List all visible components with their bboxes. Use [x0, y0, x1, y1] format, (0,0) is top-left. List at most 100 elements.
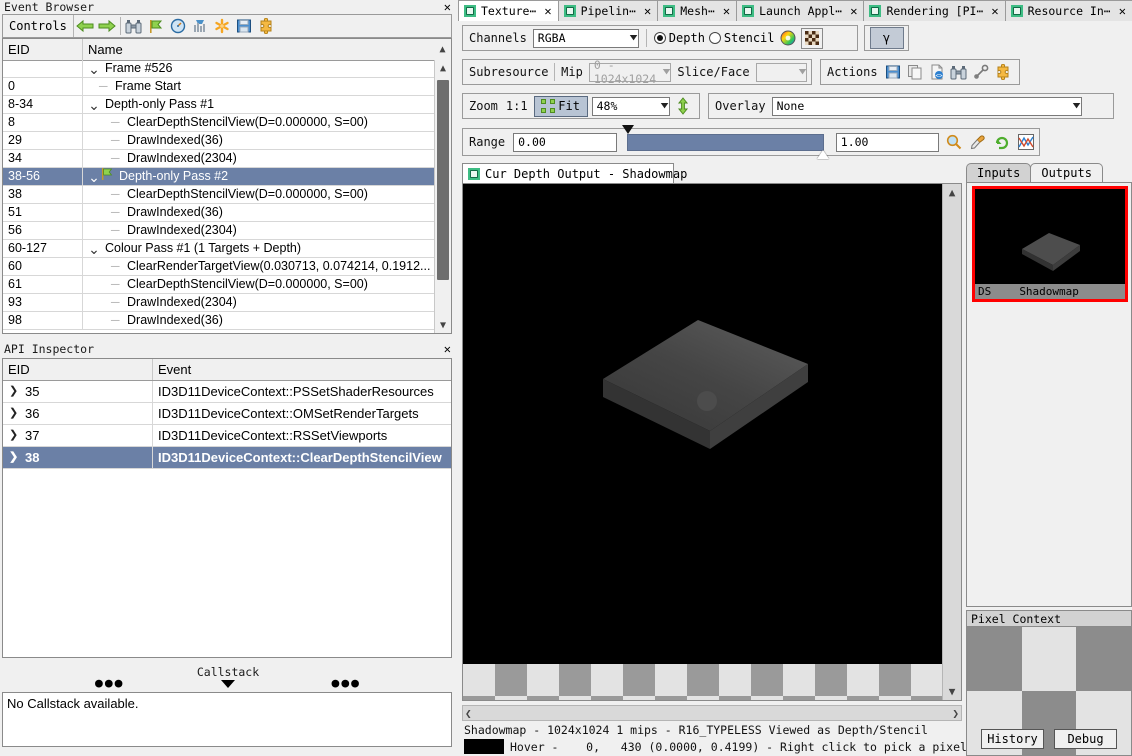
- event-browser-row[interactable]: 61 ─ ClearDepthStencilView(D=0.000000, S=0…: [3, 275, 436, 294]
- scroll-down-icon[interactable]: ▼: [435, 317, 451, 333]
- magnifier-icon[interactable]: [945, 133, 963, 151]
- pixel-context-cell[interactable]: [1076, 627, 1131, 691]
- event-browser-row[interactable]: 93 ─ DrawIndexed(2304): [3, 293, 436, 312]
- event-browser-row[interactable]: 98 ─ DrawIndexed(36): [3, 311, 436, 330]
- stencil-radio[interactable]: Stencil: [708, 31, 775, 45]
- event-browser-row[interactable]: 8-34 ⌄ Depth-only Pass #1: [3, 95, 436, 114]
- api-inspector-row[interactable]: ❯ 38 ID3D11DeviceContext::ClearDepthStenci…: [3, 446, 451, 469]
- event-browser-row[interactable]: 0 ─ Frame Start: [3, 77, 436, 96]
- chevron-right-icon[interactable]: ❯: [9, 381, 19, 402]
- event-browser-scrollbar[interactable]: ▲ ▼: [434, 60, 451, 333]
- event-browser-rows[interactable]: ⌄ Frame #526 0 ─ Frame Start 8-34 ⌄ Depth-only …: [3, 59, 436, 333]
- zoom-1to1-button[interactable]: 1:1: [504, 99, 530, 113]
- range-handle-max[interactable]: [816, 149, 829, 159]
- close-icon[interactable]: ✕: [991, 4, 998, 18]
- io-tab-inputs[interactable]: Inputs: [966, 163, 1032, 183]
- history-button[interactable]: History: [981, 729, 1044, 749]
- grip-dots-right[interactable]: ●●●: [332, 677, 361, 690]
- save-icon[interactable]: [884, 63, 902, 81]
- overlay-select[interactable]: None ▼: [771, 96, 1082, 116]
- range-max-input[interactable]: 1.00: [835, 132, 940, 152]
- range-slider[interactable]: [621, 124, 829, 159]
- column-header-name[interactable]: Name: [83, 39, 434, 60]
- api-inspector-row[interactable]: ❯ 36 ID3D11DeviceContext::OMSetRenderTarge…: [3, 402, 451, 425]
- collapse-arrow-icon[interactable]: [221, 680, 235, 688]
- reset-icon[interactable]: [993, 133, 1011, 151]
- event-browser-row[interactable]: 29 ─ DrawIndexed(36): [3, 131, 436, 150]
- io-tab-outputs[interactable]: Outputs: [1030, 163, 1103, 183]
- event-browser-row[interactable]: 56 ─ DrawIndexed(2304): [3, 221, 436, 240]
- column-header-event[interactable]: Event: [153, 359, 451, 380]
- gamma-button[interactable]: γ: [869, 27, 904, 49]
- event-browser-row[interactable]: 60-127 ⌄ Colour Pass #1 (1 Targets + Depth…: [3, 239, 436, 258]
- tab-2[interactable]: Mesh⋯ ✕: [657, 0, 738, 21]
- event-browser-row[interactable]: 51 ─ DrawIndexed(36): [3, 203, 436, 222]
- pixel-context-cell[interactable]: [967, 627, 1022, 691]
- open-file-icon[interactable]: <>: [928, 63, 946, 81]
- chevron-down-icon[interactable]: ⌄: [87, 98, 101, 112]
- flip-vertical-icon[interactable]: [674, 97, 692, 115]
- scroll-left-icon[interactable]: ❮: [465, 707, 472, 720]
- close-icon[interactable]: ✕: [644, 4, 651, 18]
- event-browser-row[interactable]: 8 ─ ClearDepthStencilView(D=0.000000, S=00…: [3, 113, 436, 132]
- pixel-context-body[interactable]: History Debug: [966, 626, 1132, 756]
- histogram-icon[interactable]: [1017, 133, 1035, 151]
- range-min-input[interactable]: 0.00: [513, 132, 617, 152]
- tab-1[interactable]: Pipelin⋯ ✕: [557, 0, 659, 21]
- zoom-percent-select[interactable]: 48% ▼: [591, 96, 670, 116]
- scroll-down-icon[interactable]: ▼: [949, 685, 956, 700]
- main-tab-bar[interactable]: Texture⋯ ✕ Pipelin⋯ ✕ Mesh⋯ ✕ Launch Appl⋯ ✕ Ren…: [458, 0, 1132, 22]
- api-inspector-rows[interactable]: ❯ 35 ID3D11DeviceContext::PSSetShaderResou…: [3, 380, 451, 469]
- chevron-down-icon[interactable]: ⌄: [87, 242, 101, 256]
- eyedropper-icon[interactable]: [969, 133, 987, 151]
- scroll-right-icon[interactable]: ❯: [952, 707, 959, 720]
- close-icon[interactable]: ✕: [544, 4, 551, 18]
- forward-arrow-icon[interactable]: [96, 15, 118, 37]
- column-header-eid[interactable]: EID: [3, 39, 83, 60]
- event-browser-row[interactable]: 38 ─ ClearDepthStencilView(D=0.000000, S=0…: [3, 185, 436, 204]
- depth-radio[interactable]: Depth: [653, 31, 705, 45]
- event-browser-row[interactable]: 60 ─ ClearRenderTargetView(0.030713, 0.074…: [3, 257, 436, 276]
- close-icon[interactable]: ✕: [850, 4, 857, 18]
- io-tab-bar[interactable]: Inputs Outputs: [966, 163, 1103, 183]
- event-browser-row[interactable]: 38-56 ⌄ Depth-only Pass #2: [3, 167, 436, 186]
- close-icon[interactable]: ✕: [1119, 4, 1126, 18]
- floppy-disk-icon[interactable]: [233, 15, 255, 37]
- api-inspector-row[interactable]: ❯ 35 ID3D11DeviceContext::PSSetShaderResou…: [3, 380, 451, 403]
- timer-icon[interactable]: [167, 15, 189, 37]
- range-handle-min[interactable]: [621, 124, 634, 134]
- color-wheel-icon[interactable]: [779, 29, 797, 47]
- viewport-vscrollbar[interactable]: ▲ ▼: [942, 184, 961, 700]
- tab-0[interactable]: Texture⋯ ✕: [458, 0, 559, 21]
- puzzle-piece-icon[interactable]: [994, 63, 1012, 81]
- green-flag-icon[interactable]: [145, 15, 167, 37]
- close-icon[interactable]: ✕: [444, 342, 451, 357]
- output-thumbnail-card[interactable]: DS Shadowmap: [972, 186, 1128, 302]
- chevron-right-icon[interactable]: ❯: [9, 447, 19, 468]
- zoom-fit-button[interactable]: Fit: [533, 95, 588, 117]
- tab-4[interactable]: Rendering [PI⋯ ✕: [863, 0, 1006, 21]
- asterisk-icon[interactable]: [211, 15, 233, 37]
- checkerboard-icon[interactable]: [800, 27, 823, 49]
- pixel-context-cell[interactable]: [1021, 627, 1077, 691]
- chevron-down-icon[interactable]: ⌄: [87, 62, 101, 76]
- slice-face-select[interactable]: ▼: [755, 62, 807, 82]
- chevron-right-icon[interactable]: ❯: [9, 425, 19, 446]
- copy-icon[interactable]: [906, 63, 924, 81]
- chevron-down-icon[interactable]: ⌄: [87, 170, 101, 184]
- range-slider-track[interactable]: [621, 124, 829, 159]
- debug-button[interactable]: Debug: [1054, 729, 1117, 749]
- binoculars-icon[interactable]: [123, 15, 145, 37]
- pin-icon[interactable]: [972, 63, 990, 81]
- chevron-up-icon[interactable]: ▲: [434, 39, 451, 60]
- mip-select[interactable]: 0 - 1024x1024 ▼: [588, 58, 672, 86]
- back-arrow-icon[interactable]: [74, 15, 96, 37]
- tab-3[interactable]: Launch Appl⋯ ✕: [736, 0, 865, 21]
- grip-dots-left[interactable]: ●●●: [95, 677, 124, 690]
- close-icon[interactable]: ✕: [723, 4, 730, 18]
- api-inspector-row[interactable]: ❯ 37 ID3D11DeviceContext::RSSetViewports: [3, 424, 451, 447]
- chevron-right-icon[interactable]: ❯: [9, 403, 19, 424]
- puzzle-piece-icon[interactable]: [255, 15, 277, 37]
- column-header-eid[interactable]: EID: [3, 359, 153, 380]
- tab-5[interactable]: Resource In⋯ ✕: [1004, 0, 1132, 21]
